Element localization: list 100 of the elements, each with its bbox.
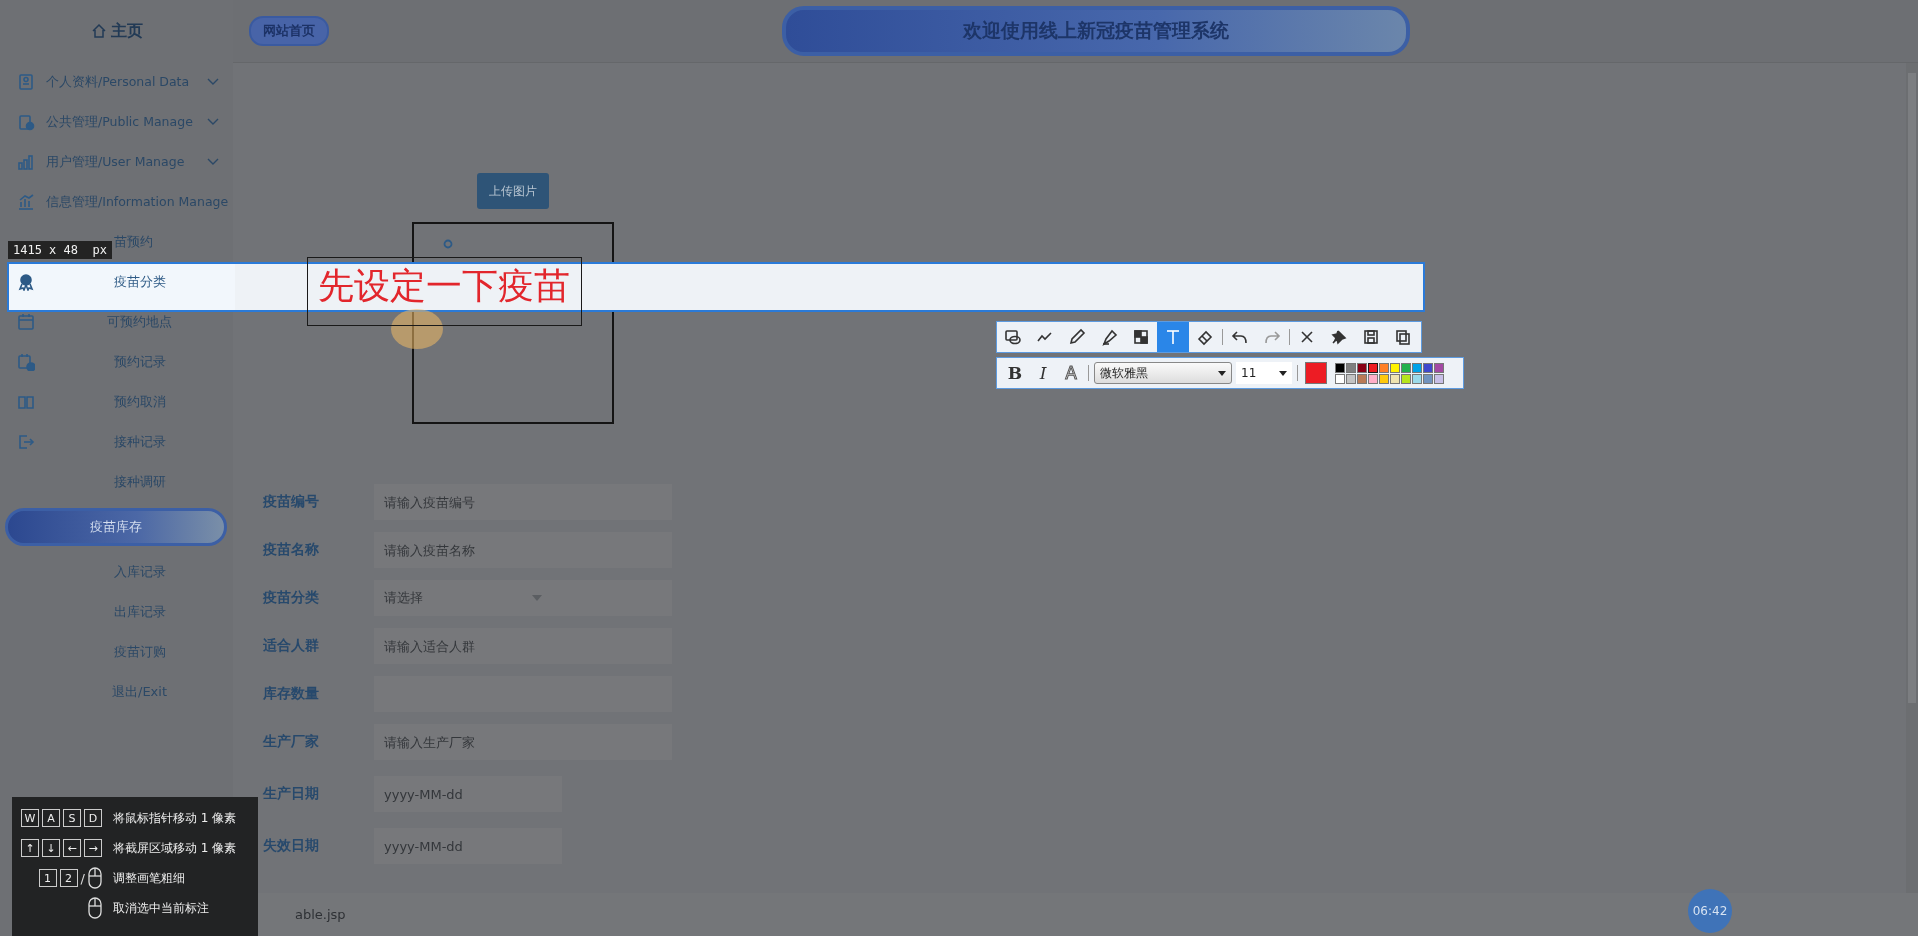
key-cap: ↑: [21, 839, 39, 857]
nav-group-item[interactable]: 公共管理/Public Manage: [46, 113, 203, 131]
text-input[interactable]: 请输入适合人群: [374, 628, 672, 664]
title-banner: 欢迎使用线上新冠疫苗管理系统: [782, 6, 1410, 56]
text-input[interactable]: 请输入生产厂家: [374, 724, 672, 760]
color-swatch[interactable]: [1379, 362, 1389, 373]
nav-item[interactable]: 接种记录: [46, 433, 233, 451]
key-cap: A: [42, 809, 60, 827]
shortcut-description: 取消选中当前标注: [113, 899, 209, 917]
field-label: 生产厂家: [263, 733, 320, 751]
nav-item-active[interactable]: 疫苗库存: [5, 508, 227, 546]
text-input[interactable]: 请输入疫苗名称: [374, 532, 672, 568]
color-swatch[interactable]: [1434, 362, 1444, 373]
color-swatch[interactable]: [1401, 373, 1411, 384]
nav-item[interactable]: 预约记录: [46, 353, 233, 371]
upload-button[interactable]: 上传图片: [477, 173, 549, 209]
nav-item[interactable]: 退出/Exit: [46, 683, 233, 701]
nav-item[interactable]: 出库记录: [46, 603, 233, 621]
date-input[interactable]: yyyy-MM-dd: [374, 828, 562, 864]
nav-item[interactable]: 可预约地点: [46, 313, 233, 331]
clipboard-check-icon: [17, 113, 35, 131]
mouse-icon: [88, 867, 102, 889]
key-cap: D: [84, 809, 102, 827]
chevron-down-icon: [207, 78, 219, 86]
outline-text-button[interactable]: A: [1059, 360, 1083, 386]
nav-item[interactable]: 苗预约: [114, 233, 153, 251]
key-cap: W: [21, 809, 39, 827]
marker-icon: [1100, 328, 1118, 346]
calendar-check-icon: [17, 353, 35, 371]
copy-icon: [1394, 328, 1412, 346]
field-label: 库存数量: [263, 685, 320, 703]
text-input[interactable]: 请输入疫苗编号: [374, 484, 672, 520]
select-dropdown[interactable]: 请选择: [374, 580, 672, 616]
color-swatch[interactable]: [1346, 362, 1356, 373]
mosaic-icon: [1132, 328, 1150, 346]
calendar-icon: [17, 313, 35, 331]
shortcut-description: 调整画笔粗细: [113, 869, 185, 887]
color-swatch[interactable]: [1390, 362, 1400, 373]
pin-icon: [1330, 328, 1348, 346]
color-swatch[interactable]: [1368, 362, 1378, 373]
color-swatch[interactable]: [1401, 362, 1411, 373]
annotation-text: 先设定一下疫苗: [318, 267, 570, 305]
field-label: 疫苗名称: [263, 541, 320, 559]
text-annotation-box[interactable]: 先设定一下疫苗: [307, 257, 582, 326]
color-swatch[interactable]: [1368, 373, 1378, 384]
undo-icon: [1231, 328, 1249, 346]
key-cap: 1: [38, 869, 57, 887]
mouse-icon: [88, 897, 102, 919]
bold-button[interactable]: B: [1003, 360, 1027, 386]
field-label: 适合人群: [263, 637, 320, 655]
exit-icon: [17, 433, 35, 451]
rectangle-ellipse-icon: [1004, 328, 1022, 346]
color-swatch[interactable]: [1379, 373, 1389, 384]
separator-text: /: [80, 870, 85, 886]
key-cap: →: [84, 839, 102, 857]
nav-group-item[interactable]: 信息管理/Information Manage: [46, 193, 229, 211]
color-swatch[interactable]: [1412, 373, 1422, 384]
italic-button[interactable]: I: [1031, 360, 1055, 386]
selection-size-label: 1415 x 48 px: [8, 241, 112, 259]
bar-chart-icon: [17, 193, 35, 211]
current-color-swatch[interactable]: [1305, 362, 1327, 384]
field-label: 失效日期: [263, 837, 320, 855]
color-swatch[interactable]: [1390, 373, 1400, 384]
chevron-down-icon: [207, 158, 219, 166]
pencil-icon: [1068, 328, 1086, 346]
font-size-dropdown[interactable]: 11: [1236, 362, 1292, 384]
home-link[interactable]: 主页: [110, 20, 143, 42]
color-swatch[interactable]: [1346, 373, 1356, 384]
key-cap: ←: [63, 839, 81, 857]
nav-item[interactable]: 接种调研: [46, 473, 233, 491]
nav-item[interactable]: 疫苗订购: [46, 643, 233, 661]
key-cap: S: [63, 809, 81, 827]
color-swatch[interactable]: [1335, 362, 1345, 373]
color-swatch[interactable]: [1357, 362, 1367, 373]
color-swatch[interactable]: [1423, 362, 1433, 373]
color-swatch[interactable]: [1423, 373, 1433, 384]
status-url: able.jsp: [295, 907, 346, 922]
nav-group-item[interactable]: 个人资料/Personal Data: [46, 73, 203, 91]
cursor-highlight: [391, 309, 443, 349]
color-swatch[interactable]: [1412, 362, 1422, 373]
nav-item[interactable]: 入库记录: [46, 563, 233, 581]
shortcut-description: 将截屏区域移动 1 像素: [113, 839, 237, 857]
award-icon: [17, 273, 35, 291]
color-swatch[interactable]: [1335, 373, 1345, 384]
home-link-button[interactable]: 网站首页: [249, 16, 329, 46]
key-cap: ↓: [42, 839, 60, 857]
font-dropdown[interactable]: 微软雅黑: [1094, 362, 1232, 384]
color-swatch[interactable]: [1357, 373, 1367, 384]
nav-item[interactable]: 疫苗分类: [46, 273, 233, 291]
text-icon: [1164, 328, 1182, 346]
nav-group-item[interactable]: 用户管理/User Manage: [46, 153, 203, 171]
shortcut-description: 将鼠标指针移动 1 像素: [113, 809, 237, 827]
home-icon: [90, 23, 107, 39]
field-label: 疫苗编号: [263, 493, 320, 511]
capture-selection[interactable]: [7, 262, 1425, 312]
chevron-down-icon: [207, 118, 219, 126]
color-swatch[interactable]: [1434, 373, 1444, 384]
field-label: 疫苗分类: [263, 589, 320, 607]
nav-item[interactable]: 预约取消: [46, 393, 233, 411]
date-input[interactable]: yyyy-MM-dd: [374, 776, 562, 812]
